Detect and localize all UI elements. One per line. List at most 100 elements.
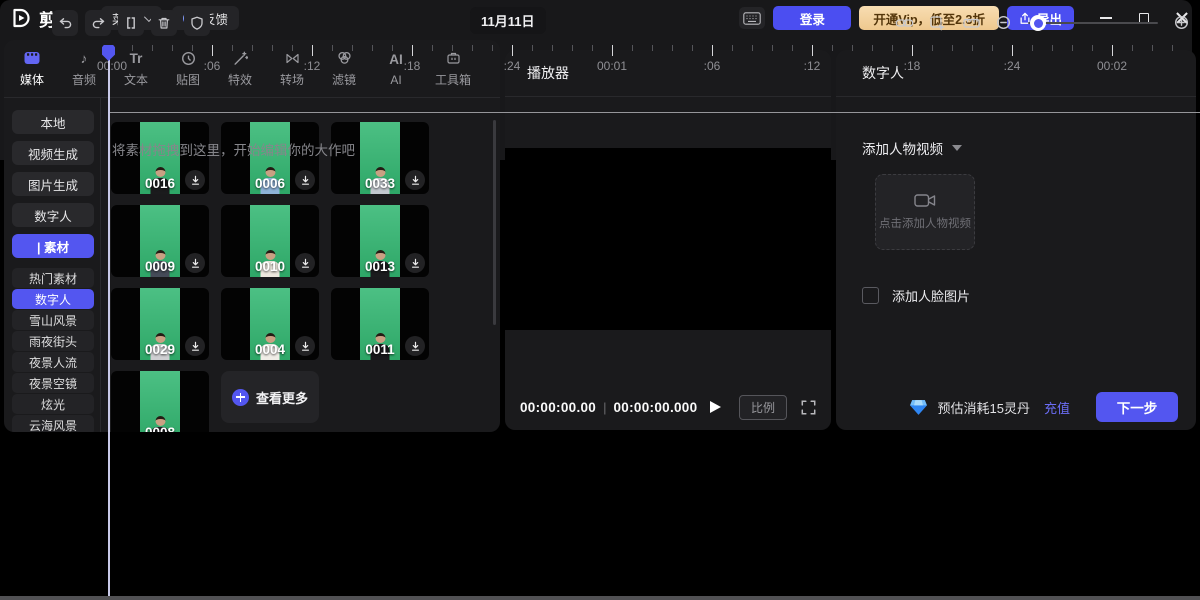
ruler-tick (412, 45, 413, 56)
ruler-tick (212, 45, 213, 56)
ruler-tick (832, 45, 833, 51)
ruler-tick (692, 45, 693, 51)
ruler-tick (252, 45, 253, 51)
recharge-link[interactable]: 充值 (1044, 398, 1070, 417)
timeline-zoom-slider[interactable] (1028, 22, 1158, 24)
timeline-ruler[interactable]: 00:00:06:12:18:2400:01:06:12:18:2400:02 (0, 45, 1192, 79)
slider-knob[interactable] (1030, 15, 1046, 31)
ruler-tick (1112, 45, 1113, 56)
upload-video-dropzone[interactable]: 点击添加人物视频 (875, 174, 975, 250)
view-more-button[interactable]: 查看更多 (221, 371, 319, 423)
trash-icon (157, 16, 171, 30)
ruler-tick (872, 45, 873, 51)
thumbnail-0029[interactable]: 0029 (111, 288, 209, 360)
split-button[interactable] (118, 10, 144, 36)
mask-button[interactable] (184, 10, 210, 36)
ruler-tick (752, 45, 753, 51)
download-icon[interactable] (295, 336, 315, 356)
zoom-in-icon[interactable] (1174, 15, 1190, 31)
video-camera-icon (914, 193, 936, 208)
link-icon[interactable] (895, 16, 914, 30)
next-step-button[interactable]: 下一步 (1096, 392, 1178, 422)
download-icon[interactable] (185, 170, 205, 190)
subcategory-digital-human[interactable]: 数字人 (12, 289, 94, 309)
thumbnail-0009[interactable]: 0009 (111, 205, 209, 277)
thumbnail-0008[interactable]: 0008 (111, 371, 209, 432)
category-image-gen[interactable]: 图片生成 (12, 172, 94, 196)
subcategory-glow[interactable]: 炫光 (12, 394, 94, 414)
ruler-tick (612, 45, 613, 56)
ratio-button[interactable]: 比例 (739, 395, 787, 420)
category-local[interactable]: 本地 (12, 110, 94, 134)
ruler-tick (172, 45, 173, 51)
subcategory-rainy-street[interactable]: 雨夜街头 (12, 331, 94, 351)
add-face-checkbox[interactable] (862, 287, 879, 304)
ruler-tick (632, 45, 633, 51)
playhead-line[interactable] (108, 45, 110, 160)
ruler-tick (232, 45, 233, 51)
play-icon[interactable] (710, 401, 721, 413)
thumbnail-label: 0008 (111, 425, 209, 432)
thumbnail-0013[interactable]: 0013 (331, 205, 429, 277)
redo-icon (91, 16, 106, 30)
ruler-tick (972, 45, 973, 51)
ruler-tick (732, 45, 733, 51)
download-icon[interactable] (405, 170, 425, 190)
category-digital-human[interactable]: 数字人 (12, 203, 94, 227)
thumbnail-0011[interactable]: 0011 (331, 288, 429, 360)
subcategory-list: 热门素材 数字人 雪山风景 雨夜街头 夜景人流 夜景空镜 炫光 云海风景 (12, 268, 94, 432)
ruler-tick (332, 45, 333, 51)
download-icon[interactable] (185, 336, 205, 356)
keyboard-icon (743, 12, 761, 25)
category-video-gen[interactable]: 视频生成 (12, 141, 94, 165)
preview-ruler-icon[interactable] (963, 16, 980, 30)
ruler-tick (852, 45, 853, 51)
thumbnail-grid: 0016 0006 0033 0009 0010 (111, 122, 429, 432)
category-material[interactable]: | 素材 (12, 234, 94, 258)
project-date[interactable]: 11月11日 (470, 7, 546, 34)
timeline-toolbar-left (52, 10, 210, 36)
ruler-tick (1012, 45, 1013, 56)
ruler-tick (312, 45, 313, 56)
subcategory-snow-mountain[interactable]: 雪山风景 (12, 310, 94, 330)
download-icon[interactable] (295, 170, 315, 190)
download-icon[interactable] (295, 253, 315, 273)
ruler-tick (532, 45, 533, 51)
player-canvas[interactable] (505, 148, 831, 330)
login-button[interactable]: 登录 (773, 6, 851, 30)
zoom-out-icon[interactable] (996, 15, 1012, 31)
digital-human-panel: 数字人 添加人物视频 点击添加人物视频 添加人脸图片 预估消耗15灵丹 充值 下… (836, 50, 1196, 430)
ruler-tick (192, 45, 193, 51)
upload-hint: 点击添加人物视频 (879, 215, 971, 231)
subcategory-night-crowd[interactable]: 夜景人流 (12, 352, 94, 372)
undo-button[interactable] (52, 10, 78, 36)
subcategory-hot[interactable]: 热门素材 (12, 268, 94, 288)
thumbnail-0004[interactable]: 0004 (221, 288, 319, 360)
ruler-tick (1092, 45, 1093, 51)
current-time: 00:00:00.00 (520, 400, 596, 415)
subcategory-night-scene[interactable]: 夜景空镜 (12, 373, 94, 393)
add-video-label: 添加人物视频 (862, 138, 943, 158)
download-icon[interactable] (405, 253, 425, 273)
split-icon (124, 16, 138, 30)
shortcut-keyboard-button[interactable] (739, 7, 765, 29)
ruler-tick (712, 45, 713, 56)
cost-estimate: 预估消耗15灵丹 (938, 398, 1030, 417)
thumbnail-0010[interactable]: 0010 (221, 205, 319, 277)
download-icon[interactable] (185, 253, 205, 273)
logo-icon (10, 7, 32, 29)
redo-button[interactable] (85, 10, 111, 36)
subcategory-cloud-sea[interactable]: 云海风景 (12, 415, 94, 432)
window-bottom-edge (0, 596, 1200, 600)
category-divider (100, 98, 101, 432)
fullscreen-icon[interactable] (801, 400, 816, 415)
ruler-tick (512, 45, 513, 56)
app-window: 剪灵 菜单 反馈 11月11日 登录 开通Vip，低至2.3折 (0, 0, 1200, 600)
delete-button[interactable] (151, 10, 177, 36)
snap-icon[interactable] (930, 16, 947, 31)
ruler-tick (1152, 45, 1153, 51)
time-separator: | (603, 400, 606, 415)
download-icon[interactable] (405, 336, 425, 356)
add-video-row[interactable]: 添加人物视频 (862, 138, 962, 158)
grid-scrollbar[interactable] (493, 120, 496, 325)
